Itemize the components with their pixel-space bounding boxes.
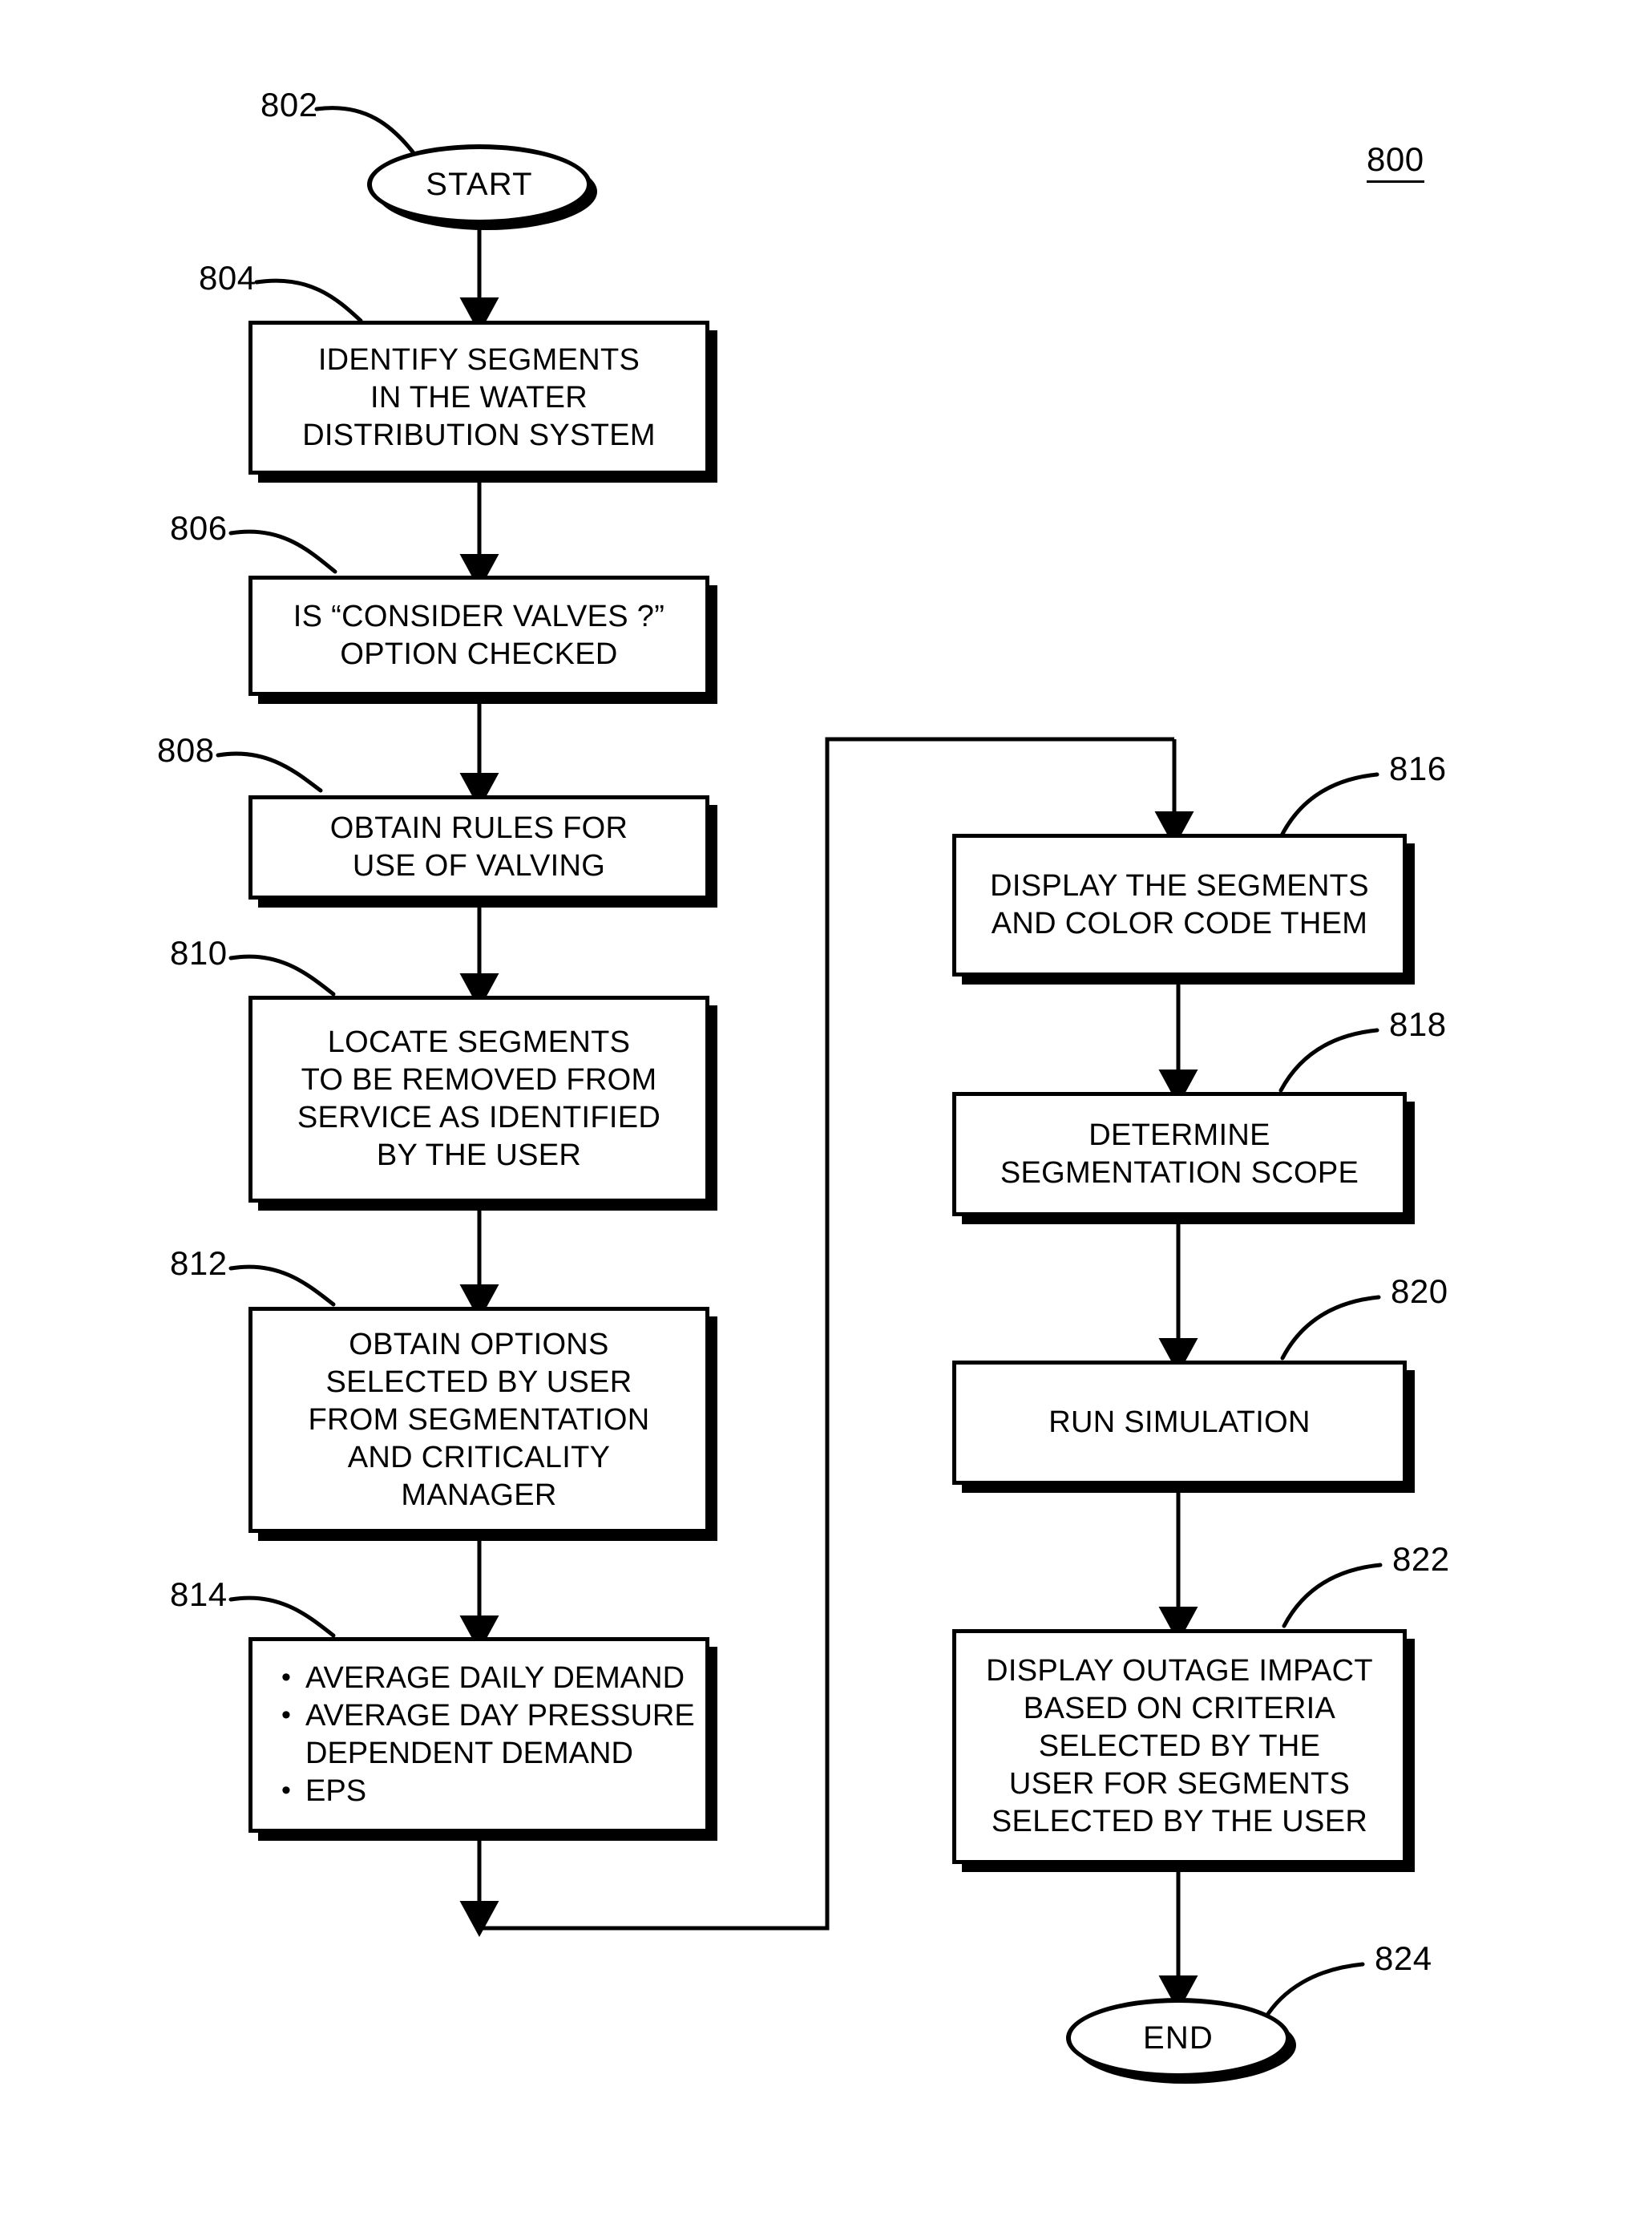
list-item: AVERAGE DAILY DEMAND	[281, 1659, 705, 1697]
node-consider-valves-label: IS “CONSIDER VALVES ?” OPTION CHECKED	[293, 600, 665, 671]
leader-810	[228, 954, 336, 997]
node-obtain-rules-label: OBTAIN RULES FOR USE OF VALVING	[329, 811, 628, 883]
flowchart-figure: 800 802 804 806 808 810 812 814 816 818 …	[0, 0, 1652, 2224]
node-identify-segments-label: IDENTIFY SEGMENTS IN THE WATER DISTRIBUT…	[302, 342, 656, 452]
node-demand-options[interactable]: AVERAGE DAILY DEMAND AVERAGE DAY PRESSUR…	[248, 1637, 709, 1833]
ref-814: 814	[170, 1575, 228, 1613]
demand-options-list: AVERAGE DAILY DEMAND AVERAGE DAY PRESSUR…	[252, 1659, 705, 1810]
node-display-segments-label: DISPLAY THE SEGMENTS AND COLOR CODE THEM	[990, 869, 1369, 940]
node-start-label: START	[426, 166, 533, 202]
node-determine-scope[interactable]: DETERMINE SEGMENTATION SCOPE	[952, 1092, 1407, 1216]
node-consider-valves[interactable]: IS “CONSIDER VALVES ?” OPTION CHECKED	[248, 576, 709, 696]
node-end[interactable]: END	[1066, 1998, 1290, 2078]
node-display-segments[interactable]: DISPLAY THE SEGMENTS AND COLOR CODE THEM	[952, 834, 1407, 977]
leader-824	[1262, 1962, 1365, 2021]
ref-804: 804	[199, 259, 256, 297]
node-run-simulation[interactable]: RUN SIMULATION	[952, 1361, 1407, 1485]
ref-812: 812	[170, 1244, 228, 1282]
node-display-outage[interactable]: DISPLAY OUTAGE IMPACT BASED ON CRITERIA …	[952, 1629, 1407, 1864]
node-run-simulation-label: RUN SIMULATION	[1048, 1405, 1311, 1439]
node-end-label: END	[1142, 2020, 1214, 2056]
leader-814	[228, 1595, 336, 1638]
node-display-outage-label: DISPLAY OUTAGE IMPACT BASED ON CRITERIA …	[986, 1654, 1373, 1838]
node-obtain-options-label: OBTAIN OPTIONS SELECTED BY USER FROM SEG…	[308, 1327, 650, 1512]
ref-816: 816	[1389, 750, 1447, 787]
ref-822: 822	[1392, 1540, 1450, 1578]
ref-824: 824	[1375, 1939, 1432, 1977]
leader-808	[216, 751, 323, 793]
figure-number-800: 800	[1367, 143, 1424, 183]
leader-818	[1278, 1028, 1379, 1093]
node-determine-scope-label: DETERMINE SEGMENTATION SCOPE	[1000, 1118, 1359, 1190]
list-item: EPS	[281, 1772, 705, 1810]
leader-820	[1280, 1295, 1381, 1361]
node-locate-segments-label: LOCATE SEGMENTS TO BE REMOVED FROM SERVI…	[297, 1025, 661, 1172]
leader-822	[1282, 1563, 1383, 1628]
ref-820: 820	[1391, 1272, 1448, 1310]
node-obtain-options[interactable]: OBTAIN OPTIONS SELECTED BY USER FROM SEG…	[248, 1307, 709, 1533]
leader-812	[228, 1264, 336, 1307]
node-identify-segments[interactable]: IDENTIFY SEGMENTS IN THE WATER DISTRIBUT…	[248, 321, 709, 475]
list-item: AVERAGE DAY PRESSURE DEPENDENT DEMAND	[281, 1696, 705, 1773]
leader-802	[314, 106, 419, 160]
leader-806	[228, 529, 337, 574]
ref-808: 808	[157, 731, 215, 769]
ref-810: 810	[170, 934, 228, 972]
ref-802: 802	[261, 86, 318, 123]
node-locate-segments[interactable]: LOCATE SEGMENTS TO BE REMOVED FROM SERVI…	[248, 996, 709, 1203]
node-start[interactable]: START	[367, 144, 592, 224]
ref-806: 806	[170, 509, 228, 547]
ref-818: 818	[1389, 1005, 1447, 1043]
leader-804	[254, 278, 363, 323]
node-obtain-rules[interactable]: OBTAIN RULES FOR USE OF VALVING	[248, 795, 709, 900]
leader-816	[1278, 772, 1379, 839]
